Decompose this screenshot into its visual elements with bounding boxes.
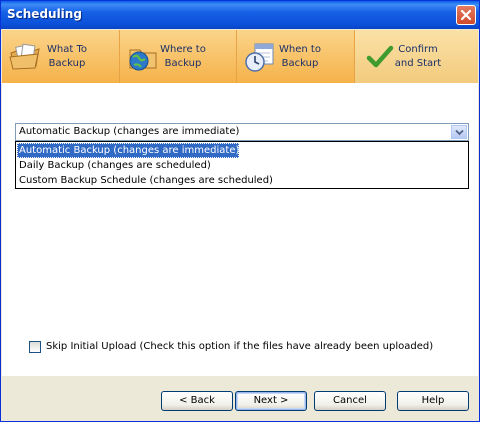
- button-bar: < Back Next > Cancel Help: [2, 375, 478, 421]
- tab-label: When to Backup: [279, 44, 321, 69]
- schedule-option-automatic[interactable]: Automatic Backup (changes are immediate): [17, 143, 240, 158]
- tab-label: Where to Backup: [160, 44, 206, 69]
- dropdown-button[interactable]: [451, 125, 467, 139]
- title-bar[interactable]: Scheduling: [1, 1, 479, 29]
- skip-initial-upload-checkbox[interactable]: [29, 341, 41, 353]
- help-button[interactable]: Help: [397, 391, 469, 411]
- chevron-down-icon: [455, 129, 464, 136]
- tab-label: Confirm and Start: [394, 44, 442, 69]
- tab-confirm-and-start[interactable]: Confirm and Start: [355, 30, 478, 83]
- tab-label: What To Backup: [47, 44, 87, 69]
- tab-where-to-backup[interactable]: Where to Backup: [120, 30, 237, 83]
- schedule-option-daily[interactable]: Daily Backup (changes are scheduled): [17, 158, 211, 173]
- tab-when-to-backup[interactable]: When to Backup: [237, 30, 355, 83]
- back-button[interactable]: < Back: [161, 391, 233, 411]
- next-button[interactable]: Next >: [235, 391, 307, 411]
- schedule-type-select[interactable]: Automatic Backup (changes are immediate): [15, 123, 469, 141]
- schedule-option-custom[interactable]: Custom Backup Schedule (changes are sche…: [17, 173, 273, 188]
- content-panel: Automatic Backup (changes are immediate)…: [2, 83, 478, 375]
- schedule-options-list: Automatic Backup (changes are immediate)…: [15, 141, 469, 189]
- cancel-button[interactable]: Cancel: [314, 391, 386, 411]
- window-title: Scheduling: [7, 7, 82, 21]
- schedule-selected-value: Automatic Backup (changes are immediate): [19, 126, 240, 137]
- tab-what-to-backup[interactable]: What To Backup: [2, 30, 120, 83]
- close-icon: [460, 9, 472, 21]
- skip-initial-upload-label[interactable]: Skip Initial Upload (Check this option i…: [46, 341, 433, 352]
- wizard-steps: What To Backup Where to Backup When to B…: [2, 30, 478, 83]
- close-button[interactable]: [456, 5, 476, 25]
- scheduling-dialog: Scheduling What To Backup Where to Backu…: [0, 0, 480, 422]
